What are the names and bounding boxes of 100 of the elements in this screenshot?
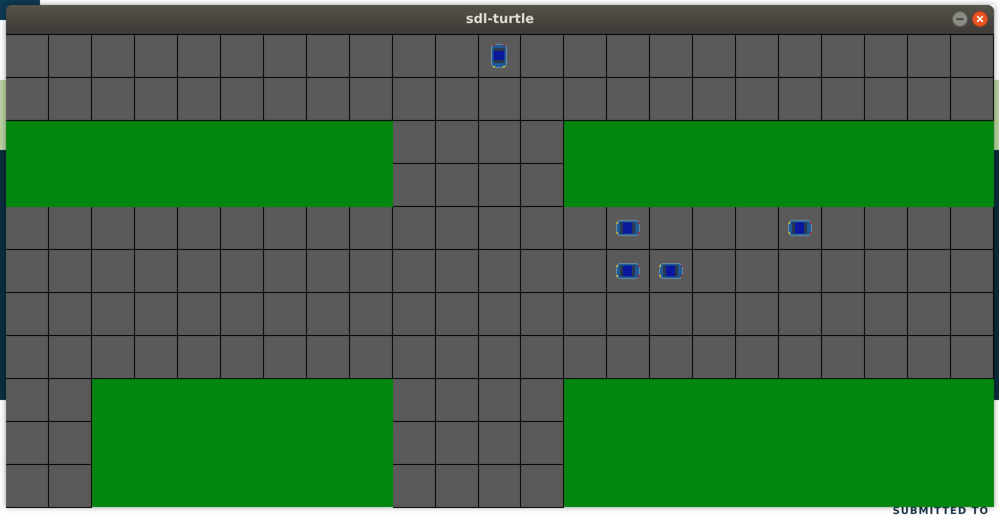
road-tile — [306, 336, 350, 379]
road-tile — [521, 121, 564, 164]
road-tile — [48, 293, 92, 336]
road-tile — [650, 78, 694, 121]
road-tile — [92, 336, 135, 379]
road-tile — [392, 250, 436, 293]
road-tile — [693, 293, 736, 336]
road-tile — [436, 207, 479, 250]
road-tile — [306, 250, 350, 293]
road-tile — [478, 164, 522, 207]
road-tile — [220, 250, 264, 293]
road-tile — [908, 250, 952, 293]
road-tile — [822, 336, 866, 379]
road-tile — [92, 293, 135, 336]
car-icon — [491, 44, 508, 68]
road-tile — [6, 422, 49, 465]
road-tile — [48, 78, 92, 121]
road-tile — [693, 336, 736, 379]
road-tile — [478, 422, 522, 465]
road-tile — [178, 293, 221, 336]
road-tile — [736, 250, 780, 293]
road-tile — [178, 78, 221, 121]
road-tile — [178, 336, 221, 379]
road-tile — [392, 379, 436, 422]
road-tile — [48, 379, 92, 422]
road-tile — [951, 250, 994, 293]
road-tile — [392, 164, 436, 207]
road-tile — [607, 78, 650, 121]
road-tile — [350, 207, 393, 250]
road-tile — [350, 250, 393, 293]
road-tile — [264, 293, 307, 336]
road-tile — [392, 336, 436, 379]
road-tile — [436, 336, 479, 379]
road-tile — [779, 336, 822, 379]
road-tile — [908, 336, 952, 379]
road-tile — [48, 207, 92, 250]
road-tile — [779, 78, 822, 121]
road-tile — [6, 465, 49, 508]
road-tile — [134, 293, 178, 336]
road-tile — [134, 78, 178, 121]
road-tile — [564, 336, 608, 379]
road-tile — [521, 422, 564, 465]
road-tile — [6, 336, 49, 379]
road-tile — [521, 293, 564, 336]
road-tile — [908, 78, 952, 121]
road-tile — [134, 336, 178, 379]
road-tile — [392, 121, 436, 164]
road-tile — [134, 207, 178, 250]
road-tile — [92, 207, 135, 250]
car-icon — [659, 263, 684, 279]
road-tile — [865, 293, 908, 336]
road-tile — [306, 78, 350, 121]
road-tile — [736, 336, 780, 379]
road-tile — [436, 293, 479, 336]
road-tile — [693, 207, 736, 250]
road-tile — [564, 293, 608, 336]
road-tile — [607, 336, 650, 379]
road-tile — [951, 293, 994, 336]
road-tile — [521, 164, 564, 207]
road-tile — [306, 293, 350, 336]
road-tile — [392, 293, 436, 336]
car-icon — [788, 220, 812, 236]
road-tile — [736, 293, 780, 336]
road-tile — [521, 336, 564, 379]
road-tile — [693, 78, 736, 121]
road-tile — [264, 336, 307, 379]
road-tile — [521, 207, 564, 250]
road-tile — [521, 78, 564, 121]
road-tile — [779, 293, 822, 336]
road-tile — [736, 78, 780, 121]
road-tile — [822, 250, 866, 293]
road-tile — [436, 78, 479, 121]
road-tile — [220, 78, 264, 121]
road-tile — [478, 250, 522, 293]
road-tile — [908, 293, 952, 336]
road-tile — [264, 250, 307, 293]
road-tile — [908, 207, 952, 250]
road-tile — [220, 293, 264, 336]
road-tile — [178, 250, 221, 293]
car-icon — [616, 220, 640, 236]
road-tile — [865, 78, 908, 121]
road-tile — [478, 465, 522, 508]
road-tile — [865, 250, 908, 293]
road-tile — [350, 336, 393, 379]
road-tile — [521, 379, 564, 422]
road-tile — [220, 336, 264, 379]
road-tile — [436, 250, 479, 293]
road-tile — [822, 293, 866, 336]
section-heading: SUBMITTED TO — [892, 507, 989, 516]
road-tile — [521, 250, 564, 293]
road-tile — [478, 336, 522, 379]
road-tile — [264, 207, 307, 250]
road-tile — [865, 207, 908, 250]
road-tile — [478, 207, 522, 250]
close-icon[interactable] — [972, 11, 988, 27]
road-tile — [350, 78, 393, 121]
road-tile — [650, 336, 694, 379]
road-tile — [220, 207, 264, 250]
road-tile — [350, 293, 393, 336]
road-tile — [478, 121, 522, 164]
